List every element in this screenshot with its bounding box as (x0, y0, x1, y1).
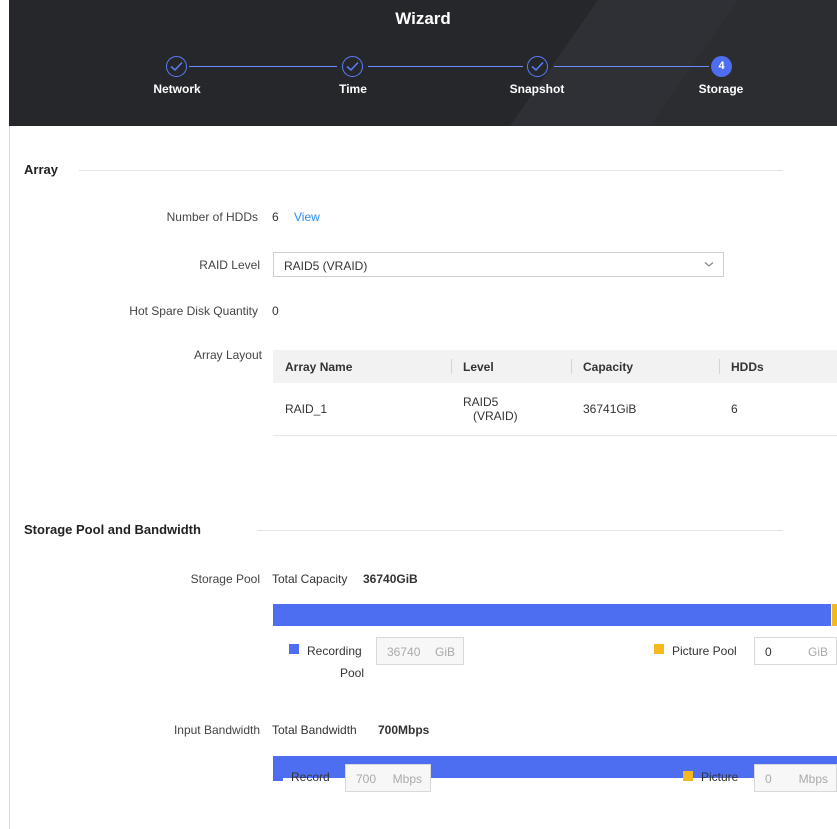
step-connector (554, 66, 709, 67)
step-network-check-icon[interactable] (166, 56, 187, 77)
column-header-capacity: Capacity (571, 350, 719, 383)
record-bandwidth-unit: Mbps (392, 772, 422, 786)
column-divider (451, 359, 452, 374)
picture-label: Picture (701, 770, 739, 784)
storage-pool-label: Storage Pool (190, 572, 260, 586)
table-row: RAID_1 RAID5 (VRAID) 36741GiB 6 (273, 383, 837, 436)
recording-pool-label-line2: Pool (340, 666, 365, 680)
record-legend-swatch (273, 771, 283, 781)
recording-pool-label: Recording (307, 644, 362, 658)
array-layout-table: Array Name Level Capacity HDDs RAID_1 RA… (273, 350, 837, 436)
column-divider (571, 359, 572, 374)
step-label-network[interactable]: Network (127, 82, 227, 96)
step-label-time[interactable]: Time (303, 82, 403, 96)
step-connector (368, 66, 523, 67)
hot-spare-label: Hot Spare Disk Quantity (129, 304, 258, 318)
picture-pool-input[interactable]: 0 GiB (754, 637, 837, 665)
array-level-line2: (VRAID) (473, 408, 518, 423)
column-header-level: Level (451, 350, 571, 383)
recording-pool-input[interactable]: 36740 GiB (376, 637, 464, 665)
chevron-down-icon (703, 258, 715, 273)
picture-pool-bar[interactable] (832, 604, 837, 626)
recording-pool-bar[interactable] (273, 604, 831, 626)
step-label-storage[interactable]: Storage (671, 82, 771, 96)
recording-pool-value: 36740 (387, 645, 421, 659)
total-capacity-label: Total Capacity (272, 572, 348, 586)
array-layout-label: Array Layout (193, 348, 262, 362)
array-hdds-cell: 6 (719, 383, 837, 436)
picture-bandwidth-unit: Mbps (798, 772, 828, 786)
array-name-cell: RAID_1 (273, 383, 451, 436)
number-of-hdds-value: 6 (272, 210, 279, 224)
picture-pool-unit: GiB (807, 645, 828, 659)
view-hdds-link[interactable]: View (294, 210, 320, 224)
step-snapshot-check-icon[interactable] (527, 56, 548, 77)
total-capacity-value: 36740GiB (363, 572, 418, 586)
number-of-hdds-label: Number of HDDs (166, 210, 258, 224)
picture-legend-swatch (683, 771, 693, 781)
record-bandwidth-input[interactable]: 700 Mbps (345, 764, 431, 792)
array-capacity-cell: 36741GiB (571, 383, 719, 436)
raid-level-value: RAID5 (VRAID) (284, 259, 368, 273)
array-level-line1: RAID5 (463, 394, 499, 409)
picture-bandwidth-value: 0 (765, 772, 772, 786)
wizard-header: Wizard Network Time Snapshot 4 Storage (9, 0, 837, 126)
wizard-title: Wizard (395, 9, 451, 28)
section-title-array: Array (24, 162, 58, 177)
step-storage-number[interactable]: 4 (711, 56, 732, 77)
section-title-storage-pool: Storage Pool and Bandwidth (24, 522, 201, 537)
hot-spare-value: 0 (272, 304, 279, 318)
section-divider (257, 530, 783, 531)
raid-level-select[interactable]: RAID5 (VRAID) (273, 252, 724, 277)
recording-pool-unit: GiB (434, 645, 455, 659)
step-label-snapshot[interactable]: Snapshot (487, 82, 587, 96)
total-bandwidth-label: Total Bandwidth (272, 723, 357, 737)
content-left-border (9, 126, 10, 829)
picture-bandwidth-input[interactable]: 0 Mbps (754, 764, 837, 792)
total-bandwidth-value: 700Mbps (378, 723, 430, 737)
record-bandwidth-value: 700 (356, 772, 377, 786)
step-connector (189, 66, 337, 67)
picture-pool-value: 0 (765, 645, 772, 659)
input-bandwidth-label: Input Bandwidth (173, 723, 260, 737)
array-level-cell: RAID5 (VRAID) (451, 383, 571, 436)
column-header-array-name: Array Name (273, 350, 451, 383)
record-label: Record (291, 770, 330, 784)
section-divider (79, 170, 783, 171)
column-divider (719, 359, 720, 374)
step-time-check-icon[interactable] (342, 56, 363, 77)
picture-pool-legend-swatch (654, 644, 664, 654)
picture-pool-label: Picture Pool (672, 644, 737, 658)
column-header-hdds: HDDs (719, 350, 837, 383)
recording-pool-legend-swatch (289, 644, 299, 654)
raid-level-label: RAID Level (199, 258, 260, 272)
